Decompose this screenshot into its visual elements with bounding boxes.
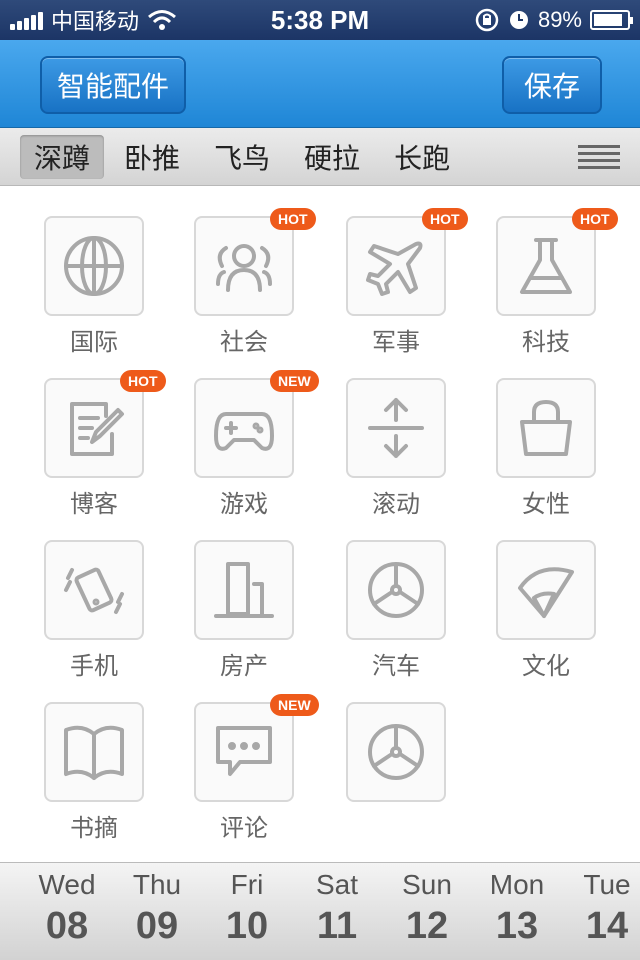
date-column[interactable]: e (0, 869, 20, 905)
gamepad-icon (214, 412, 274, 451)
category-label: 文化 (522, 652, 570, 680)
category-tile[interactable] (346, 378, 446, 478)
tab-fly[interactable]: 飞鸟 (200, 135, 284, 179)
day-of-week: Fri (230, 869, 264, 900)
day-number: 11 (316, 905, 358, 947)
day-of-week: e (0, 869, 20, 901)
category-tile[interactable] (346, 702, 446, 802)
category-tile[interactable] (346, 216, 446, 316)
date-column[interactable]: Sat 11 (292, 869, 382, 948)
airplane-icon (366, 241, 423, 296)
category-tile[interactable] (194, 378, 294, 478)
category-grid: 国际 HOT 社会 HOT 军事 HOT 科技 HOT 博客 NEW 游戏 滚动 女性手机 房产 汽车文化书… (0, 186, 640, 862)
category-tile[interactable] (194, 702, 294, 802)
save-button[interactable]: 保存 (502, 56, 602, 114)
category-item[interactable]: NEW 游戏 (184, 348, 319, 518)
day-of-week: Sun (402, 869, 452, 900)
day-of-week: Mon (489, 869, 545, 900)
day-number: 13 (495, 905, 539, 947)
fan-icon (518, 567, 574, 618)
tab-squat[interactable]: 深蹲 (20, 134, 105, 179)
book-icon (64, 725, 124, 780)
category-item[interactable]: NEW 评论 (184, 672, 319, 842)
navigation-bar: 智能配件 保存 (0, 40, 640, 128)
badge-hot: HOT (572, 208, 618, 230)
badge-hot: HOT (120, 370, 166, 392)
edit-note-icon (70, 402, 124, 456)
date-picker[interactable]: e Wed 08 Thu 09 Fri 10 Sat 11 Sun 12 Mon 13 Tue 14 (0, 862, 640, 960)
category-item[interactable]: 手机 (34, 510, 154, 680)
category-label: 书摘 (70, 814, 118, 842)
category-tile[interactable] (496, 378, 596, 478)
date-column[interactable]: Mon 13 (472, 869, 562, 948)
category-item[interactable]: HOT 社会 (184, 186, 316, 356)
category-item[interactable]: 汽车 (336, 510, 456, 680)
category-item[interactable]: HOT 军事 (336, 186, 468, 356)
steering-wheel-icon (368, 724, 424, 780)
date-column[interactable]: Fri 10 (202, 869, 292, 948)
category-tile[interactable] (44, 702, 144, 802)
category-item[interactable]: 女性 (486, 348, 606, 518)
flask-icon (520, 238, 572, 294)
status-time: 5:38 PM (270, 5, 370, 35)
day-number: 09 (135, 905, 179, 947)
battery-icon (590, 10, 633, 30)
scroll-arrows-icon (368, 398, 424, 458)
category-item[interactable]: 文化 (486, 510, 606, 680)
globe-icon (64, 236, 124, 296)
date-column[interactable]: Sun 12 (382, 869, 472, 948)
category-item[interactable]: HOT 科技 (486, 186, 618, 356)
badge-new: NEW (270, 370, 319, 392)
category-tile[interactable] (496, 540, 596, 640)
phone-icon (64, 566, 124, 614)
day-number: 08 (45, 905, 89, 947)
handbag-icon (520, 400, 572, 456)
category-item[interactable]: HOT 博客 (34, 348, 166, 518)
category-tile[interactable] (44, 216, 144, 316)
people-icon (216, 244, 272, 292)
smart-accessories-button[interactable]: 智能配件 (40, 56, 186, 114)
category-item[interactable]: 书摘 (34, 672, 154, 842)
chat-bubble-icon (216, 726, 272, 776)
category-item[interactable]: 滚动 (336, 348, 456, 518)
category-tile[interactable] (346, 540, 446, 640)
category-item[interactable] (336, 672, 456, 822)
steering-wheel-icon (368, 562, 424, 618)
day-number: 12 (405, 905, 449, 947)
tab-long-run[interactable]: 长跑 (380, 135, 464, 179)
day-of-week: Tue (583, 869, 631, 900)
day-of-week: Wed (38, 869, 96, 900)
category-item[interactable]: 国际 (34, 186, 154, 356)
category-tile[interactable] (194, 216, 294, 316)
date-column[interactable]: Thu 09 (112, 869, 202, 948)
badge-hot: HOT (422, 208, 468, 230)
category-tile[interactable] (496, 216, 596, 316)
category-tab-bar: 深蹲 卧推 飞鸟 硬拉 长跑 (0, 128, 640, 186)
status-bar: 中国移动 5:38 PM 89% (0, 0, 640, 40)
day-of-week: Thu (132, 869, 182, 900)
day-of-week: Sat (315, 869, 359, 900)
category-tile[interactable] (44, 378, 144, 478)
tab-deadlift[interactable]: 硬拉 (290, 135, 374, 179)
badge-new: NEW (270, 694, 319, 716)
building-icon (214, 562, 274, 618)
date-column[interactable]: Tue 14 (562, 869, 640, 948)
battery-fill (594, 14, 623, 26)
category-tile[interactable] (44, 540, 144, 640)
badge-hot: HOT (270, 208, 316, 230)
category-tile[interactable] (194, 540, 294, 640)
date-column[interactable]: Wed 08 (22, 869, 112, 948)
category-item[interactable]: 房产 (184, 510, 304, 680)
category-label: 评论 (220, 814, 268, 842)
menu-lines-icon[interactable] (578, 145, 620, 173)
day-number: 10 (225, 905, 269, 947)
day-number: 14 (585, 905, 629, 947)
tab-bench-press[interactable]: 卧推 (110, 135, 194, 179)
